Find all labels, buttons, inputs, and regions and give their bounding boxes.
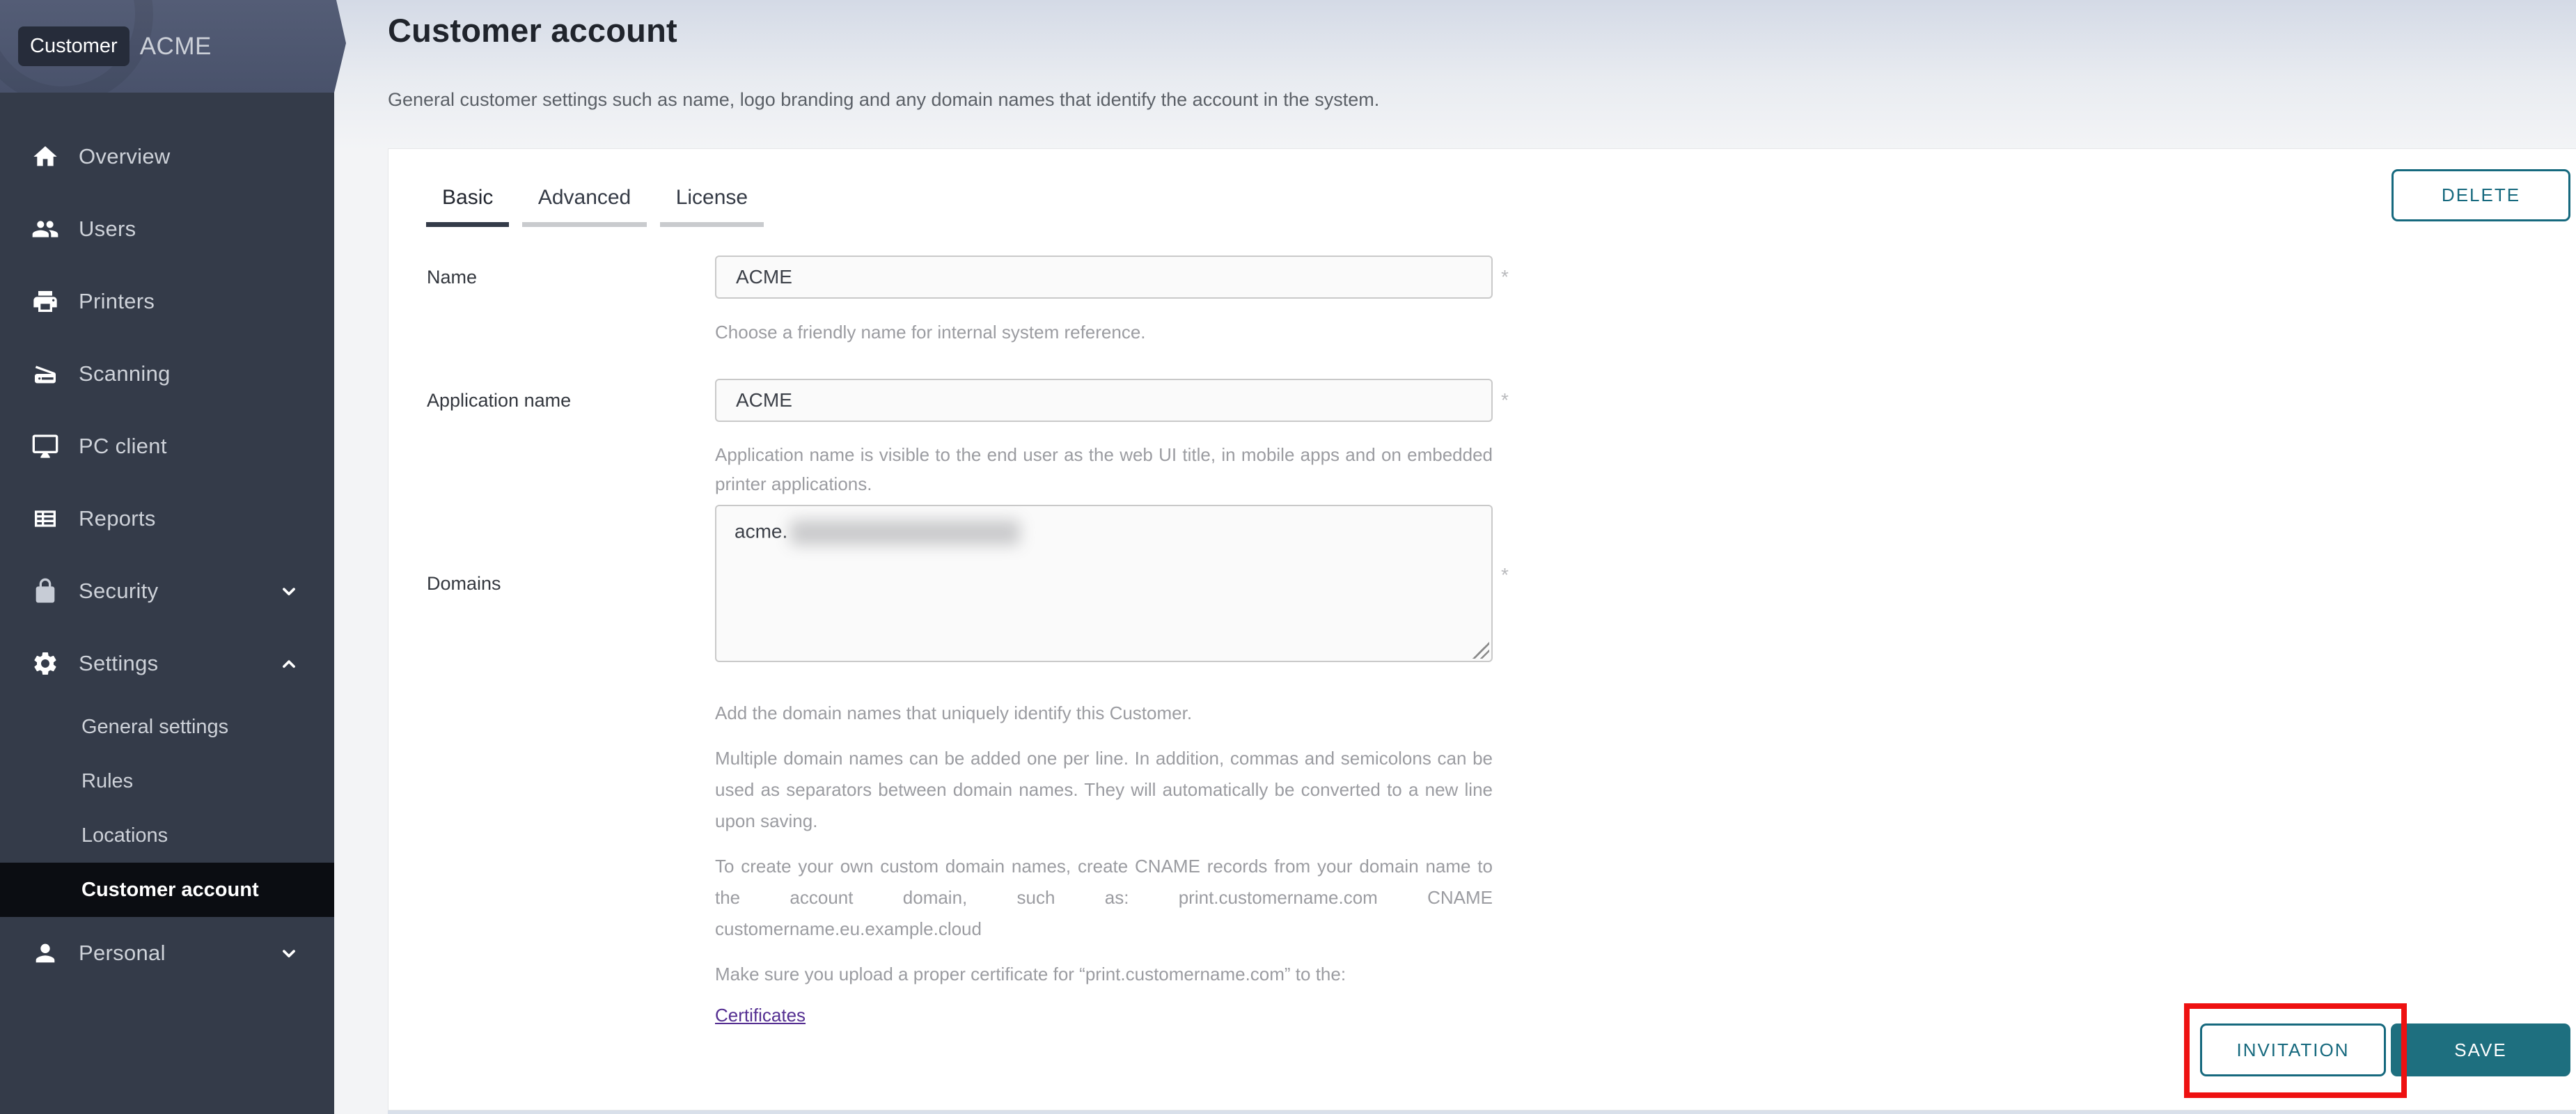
- tab-advanced[interactable]: Advanced: [522, 186, 647, 227]
- application-name-help-text: Application name is visible to the end u…: [715, 440, 1493, 499]
- sidebar-item-general-settings[interactable]: General settings: [0, 700, 334, 754]
- sidebar-subitem-label: Locations: [81, 824, 168, 847]
- domains-help-block: Add the domain names that uniquely ident…: [715, 698, 1493, 1031]
- chevron-up-icon: [277, 652, 301, 675]
- certificates-link[interactable]: Certificates: [715, 1005, 806, 1026]
- name-label: Name: [427, 256, 477, 299]
- users-icon: [31, 215, 59, 243]
- customer-type-badge: Customer: [18, 26, 129, 66]
- home-icon: [31, 143, 59, 171]
- gear-icon: [31, 650, 59, 677]
- sidebar-item-label: Security: [79, 579, 158, 604]
- domains-help-paragraph: Make sure you upload a proper certificat…: [715, 959, 1493, 990]
- sidebar-item-rules[interactable]: Rules: [0, 754, 334, 808]
- domains-help-paragraph: Multiple domain names can be added one p…: [715, 743, 1493, 837]
- sidebar-item-settings[interactable]: Settings: [0, 627, 334, 700]
- page-title: Customer account: [388, 11, 677, 49]
- redacted-domain-blur: [790, 520, 1020, 545]
- domains-required-marker: *: [1501, 564, 1509, 586]
- sidebar-item-customer-account[interactable]: Customer account: [0, 863, 334, 917]
- sidebar-item-label: Overview: [79, 144, 171, 169]
- content-header-background: [0, 0, 2576, 150]
- person-icon: [31, 939, 59, 967]
- tab-basic[interactable]: Basic: [426, 186, 509, 227]
- sidebar-subitem-label: Rules: [81, 770, 133, 793]
- sidebar-item-scanning[interactable]: Scanning: [0, 338, 334, 410]
- tab-license[interactable]: License: [660, 186, 764, 227]
- printer-icon: [31, 288, 59, 315]
- sidebar-item-reports[interactable]: Reports: [0, 483, 334, 555]
- textarea-resize-handle[interactable]: [1472, 642, 1489, 659]
- application-name-input[interactable]: [715, 379, 1493, 422]
- domains-label: Domains: [427, 505, 501, 662]
- sidebar-item-label: Personal: [79, 941, 166, 966]
- domains-help-paragraph: To create your own custom domain names, …: [715, 851, 1493, 945]
- sidebar-item-label: Reports: [79, 506, 156, 531]
- name-input[interactable]: [715, 256, 1493, 299]
- sidebar-item-printers[interactable]: Printers: [0, 265, 334, 338]
- name-help-text: Choose a friendly name for internal syst…: [715, 317, 1493, 347]
- sidebar-item-locations[interactable]: Locations: [0, 808, 334, 863]
- page-subtitle: General customer settings such as name, …: [388, 89, 1379, 111]
- tab-bar: Basic Advanced License: [426, 186, 773, 227]
- sidebar-item-personal[interactable]: Personal: [0, 917, 334, 989]
- delete-button[interactable]: DELETE: [2392, 169, 2570, 221]
- sidebar-subitem-label: Customer account: [81, 879, 259, 902]
- lock-icon: [31, 577, 59, 605]
- sidebar-item-users[interactable]: Users: [0, 193, 334, 265]
- application-name-required-marker: *: [1501, 389, 1509, 411]
- sidebar-item-pc-client[interactable]: PC client: [0, 410, 334, 483]
- name-required-marker: *: [1501, 266, 1509, 288]
- scanner-icon: [31, 360, 59, 388]
- sidebar-item-label: Printers: [79, 289, 155, 314]
- settings-card: Basic Advanced License DELETE Name * Cho…: [388, 148, 2576, 1111]
- sidebar-item-label: PC client: [79, 434, 167, 459]
- domains-textarea[interactable]: acme.: [715, 505, 1493, 662]
- account-name: ACME: [140, 33, 212, 61]
- sidebar-item-overview[interactable]: Overview: [0, 120, 334, 193]
- invitation-button[interactable]: INVITATION: [2200, 1023, 2386, 1076]
- app-window: Overview Users Printers Scanning PC clie…: [0, 0, 2576, 1114]
- chevron-down-icon: [277, 941, 301, 965]
- application-name-label: Application name: [427, 379, 571, 422]
- sidebar-item-security[interactable]: Security: [0, 555, 334, 627]
- monitor-icon: [31, 432, 59, 460]
- sidebar-item-label: Settings: [79, 651, 158, 676]
- reports-table-icon: [31, 505, 59, 533]
- chevron-down-icon: [277, 579, 301, 603]
- horizontal-scrollbar[interactable]: [388, 1111, 2576, 1114]
- domains-visible-value: acme.: [735, 520, 787, 542]
- sidebar-subitem-label: General settings: [81, 716, 228, 739]
- domains-help-paragraph: Add the domain names that uniquely ident…: [715, 698, 1493, 729]
- sidebar: Overview Users Printers Scanning PC clie…: [0, 0, 334, 1114]
- save-button[interactable]: SAVE: [2391, 1023, 2570, 1076]
- sidebar-item-label: Users: [79, 217, 136, 242]
- account-banner: Customer ACME: [0, 0, 346, 93]
- sidebar-item-label: Scanning: [79, 361, 171, 386]
